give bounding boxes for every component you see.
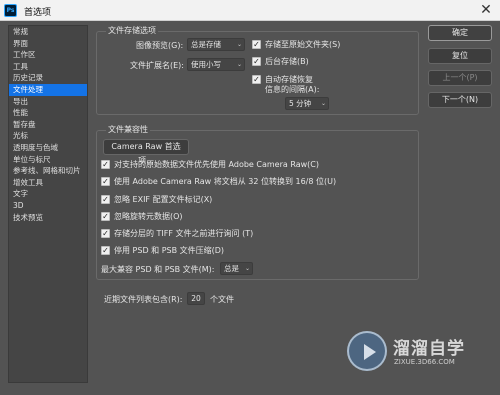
prefer-camera-raw-label: 对支持的原始数据文件优先使用 Adobe Camera Raw(C) [114, 160, 319, 169]
ignore-rotation-label: 忽略旋转元数据(O) [114, 212, 183, 221]
recent-files-suffix: 个文件 [210, 295, 234, 304]
nav-item-history[interactable]: 历史记录 [9, 72, 87, 84]
auto-save-interval-value: 5 分钟 [289, 99, 312, 108]
watermark-title: 溜溜自学 [393, 339, 465, 359]
nav-item-general[interactable]: 常规 [9, 26, 87, 38]
nav-item-scratch-disks[interactable]: 暂存盘 [9, 119, 87, 131]
nav-item-3d[interactable]: 3D [9, 200, 87, 212]
chevron-down-icon: ⌄ [236, 61, 242, 68]
nav-item-plugins[interactable]: 增效工具 [9, 177, 87, 189]
nav-item-workspace[interactable]: 工作区 [9, 49, 87, 61]
checkbox-checked[interactable]: ✓ [101, 177, 110, 186]
close-icon[interactable]: ✕ [479, 2, 493, 18]
save-to-original-folder-option[interactable]: ✓ 存储至原始文件夹(S) [252, 39, 340, 50]
watermark: 溜溜自学 ZIXUE.3D66.COM [347, 331, 471, 375]
disable-psd-compression-option[interactable]: ✓ 停用 PSD 和 PSB 文件压缩(D) [101, 245, 224, 256]
nav-item-transparency-gamut[interactable]: 透明度与色域 [9, 142, 87, 154]
maximize-compatibility-select[interactable]: 总是 ⌄ [220, 262, 253, 275]
camera-raw-preferences-button[interactable]: Camera Raw 首选项... [103, 139, 189, 165]
play-logo-icon [347, 331, 387, 371]
checkbox-checked[interactable]: ✓ [101, 160, 110, 169]
photoshop-app-icon: Ps [4, 4, 17, 17]
checkbox-checked[interactable]: ✓ [252, 57, 261, 66]
watermark-url: ZIXUE.3D66.COM [394, 358, 455, 366]
ask-layered-tiff-option[interactable]: ✓ 存储分层的 TIFF 文件之前进行询问 (T) [101, 228, 253, 239]
nav-item-interface[interactable]: 界面 [9, 38, 87, 50]
image-preview-label: 图像预览(G): [136, 41, 184, 50]
title-bar: Ps 首选项 ✕ [0, 0, 500, 21]
nav-item-type[interactable]: 文字 [9, 188, 87, 200]
ignore-exif-label: 忽略 EXIF 配置文件标记(X) [114, 195, 213, 204]
chevron-down-icon: ⌄ [236, 41, 242, 48]
chevron-down-icon: ⌄ [320, 100, 326, 107]
checkbox-checked[interactable]: ✓ [101, 229, 110, 238]
checkbox-checked[interactable]: ✓ [252, 75, 261, 84]
window-title: 首选项 [24, 8, 52, 18]
auto-save-interval-select[interactable]: 5 分钟 ⌄ [285, 97, 329, 110]
nav-item-units-rulers[interactable]: 单位与标尺 [9, 154, 87, 166]
file-extension-value: 使用小写 [191, 60, 221, 69]
auto-save-label-line2: 信息的间隔(A): [265, 85, 320, 94]
ask-layered-tiff-label: 存储分层的 TIFF 文件之前进行询问 (T) [114, 229, 254, 238]
file-extension-select[interactable]: 使用小写 ⌄ [187, 58, 245, 71]
nav-item-technology-previews[interactable]: 技术预览 [9, 212, 87, 224]
nav-item-performance[interactable]: 性能 [9, 107, 87, 119]
previous-button[interactable]: 上一个(P) [428, 70, 492, 86]
maximize-compatibility-value: 总是 [224, 264, 239, 273]
nav-item-file-handling[interactable]: 文件处理 [9, 83, 87, 96]
reset-button[interactable]: 复位 [428, 48, 492, 64]
checkbox-checked[interactable]: ✓ [252, 40, 261, 49]
ignore-rotation-option[interactable]: ✓ 忽略旋转元数据(O) [101, 211, 183, 222]
nav-item-cursors[interactable]: 光标 [9, 130, 87, 142]
preferences-category-list[interactable]: 常规 界面 工作区 工具 历史记录 文件处理 导出 性能 暂存盘 光标 透明度与… [8, 25, 88, 383]
background-save-option[interactable]: ✓ 后台存储(B) [252, 56, 309, 67]
image-preview-select[interactable]: 总是存储 ⌄ [187, 38, 245, 51]
checkbox-checked[interactable]: ✓ [101, 246, 110, 255]
camera-raw-32bit-option[interactable]: ✓ 使用 Adobe Camera Raw 将文档从 32 位转换到 16/8 … [101, 176, 336, 187]
chevron-down-icon: ⌄ [244, 265, 250, 272]
ignore-exif-option[interactable]: ✓ 忽略 EXIF 配置文件标记(X) [101, 194, 212, 205]
file-compatibility-title: 文件兼容性 [106, 124, 150, 135]
image-preview-value: 总是存储 [191, 40, 221, 49]
file-saving-options-title: 文件存储选项 [106, 25, 158, 36]
maximize-compatibility-label: 最大兼容 PSD 和 PSB 文件(M): [101, 265, 215, 274]
nav-item-export[interactable]: 导出 [9, 96, 87, 108]
camera-raw-32bit-label: 使用 Adobe Camera Raw 将文档从 32 位转换到 16/8 位(… [114, 177, 337, 186]
background-save-label: 后台存储(B) [265, 57, 309, 66]
disable-psd-compression-label: 停用 PSD 和 PSB 文件压缩(D) [114, 246, 225, 255]
recent-files-count-input[interactable]: 20 [187, 292, 205, 305]
prefer-camera-raw-option[interactable]: ✓ 对支持的原始数据文件优先使用 Adobe Camera Raw(C) [101, 159, 319, 170]
file-extension-label: 文件扩展名(E): [130, 61, 184, 70]
checkbox-checked[interactable]: ✓ [101, 212, 110, 221]
nav-item-guides-grid-slices[interactable]: 参考线、网格和切片 [9, 165, 87, 177]
checkbox-checked[interactable]: ✓ [101, 195, 110, 204]
ok-button[interactable]: 确定 [428, 25, 492, 41]
nav-item-tools[interactable]: 工具 [9, 61, 87, 73]
recent-files-label: 近期文件列表包含(R): [104, 295, 183, 304]
next-button[interactable]: 下一个(N) [428, 92, 492, 108]
save-to-original-folder-label: 存储至原始文件夹(S) [265, 40, 341, 49]
